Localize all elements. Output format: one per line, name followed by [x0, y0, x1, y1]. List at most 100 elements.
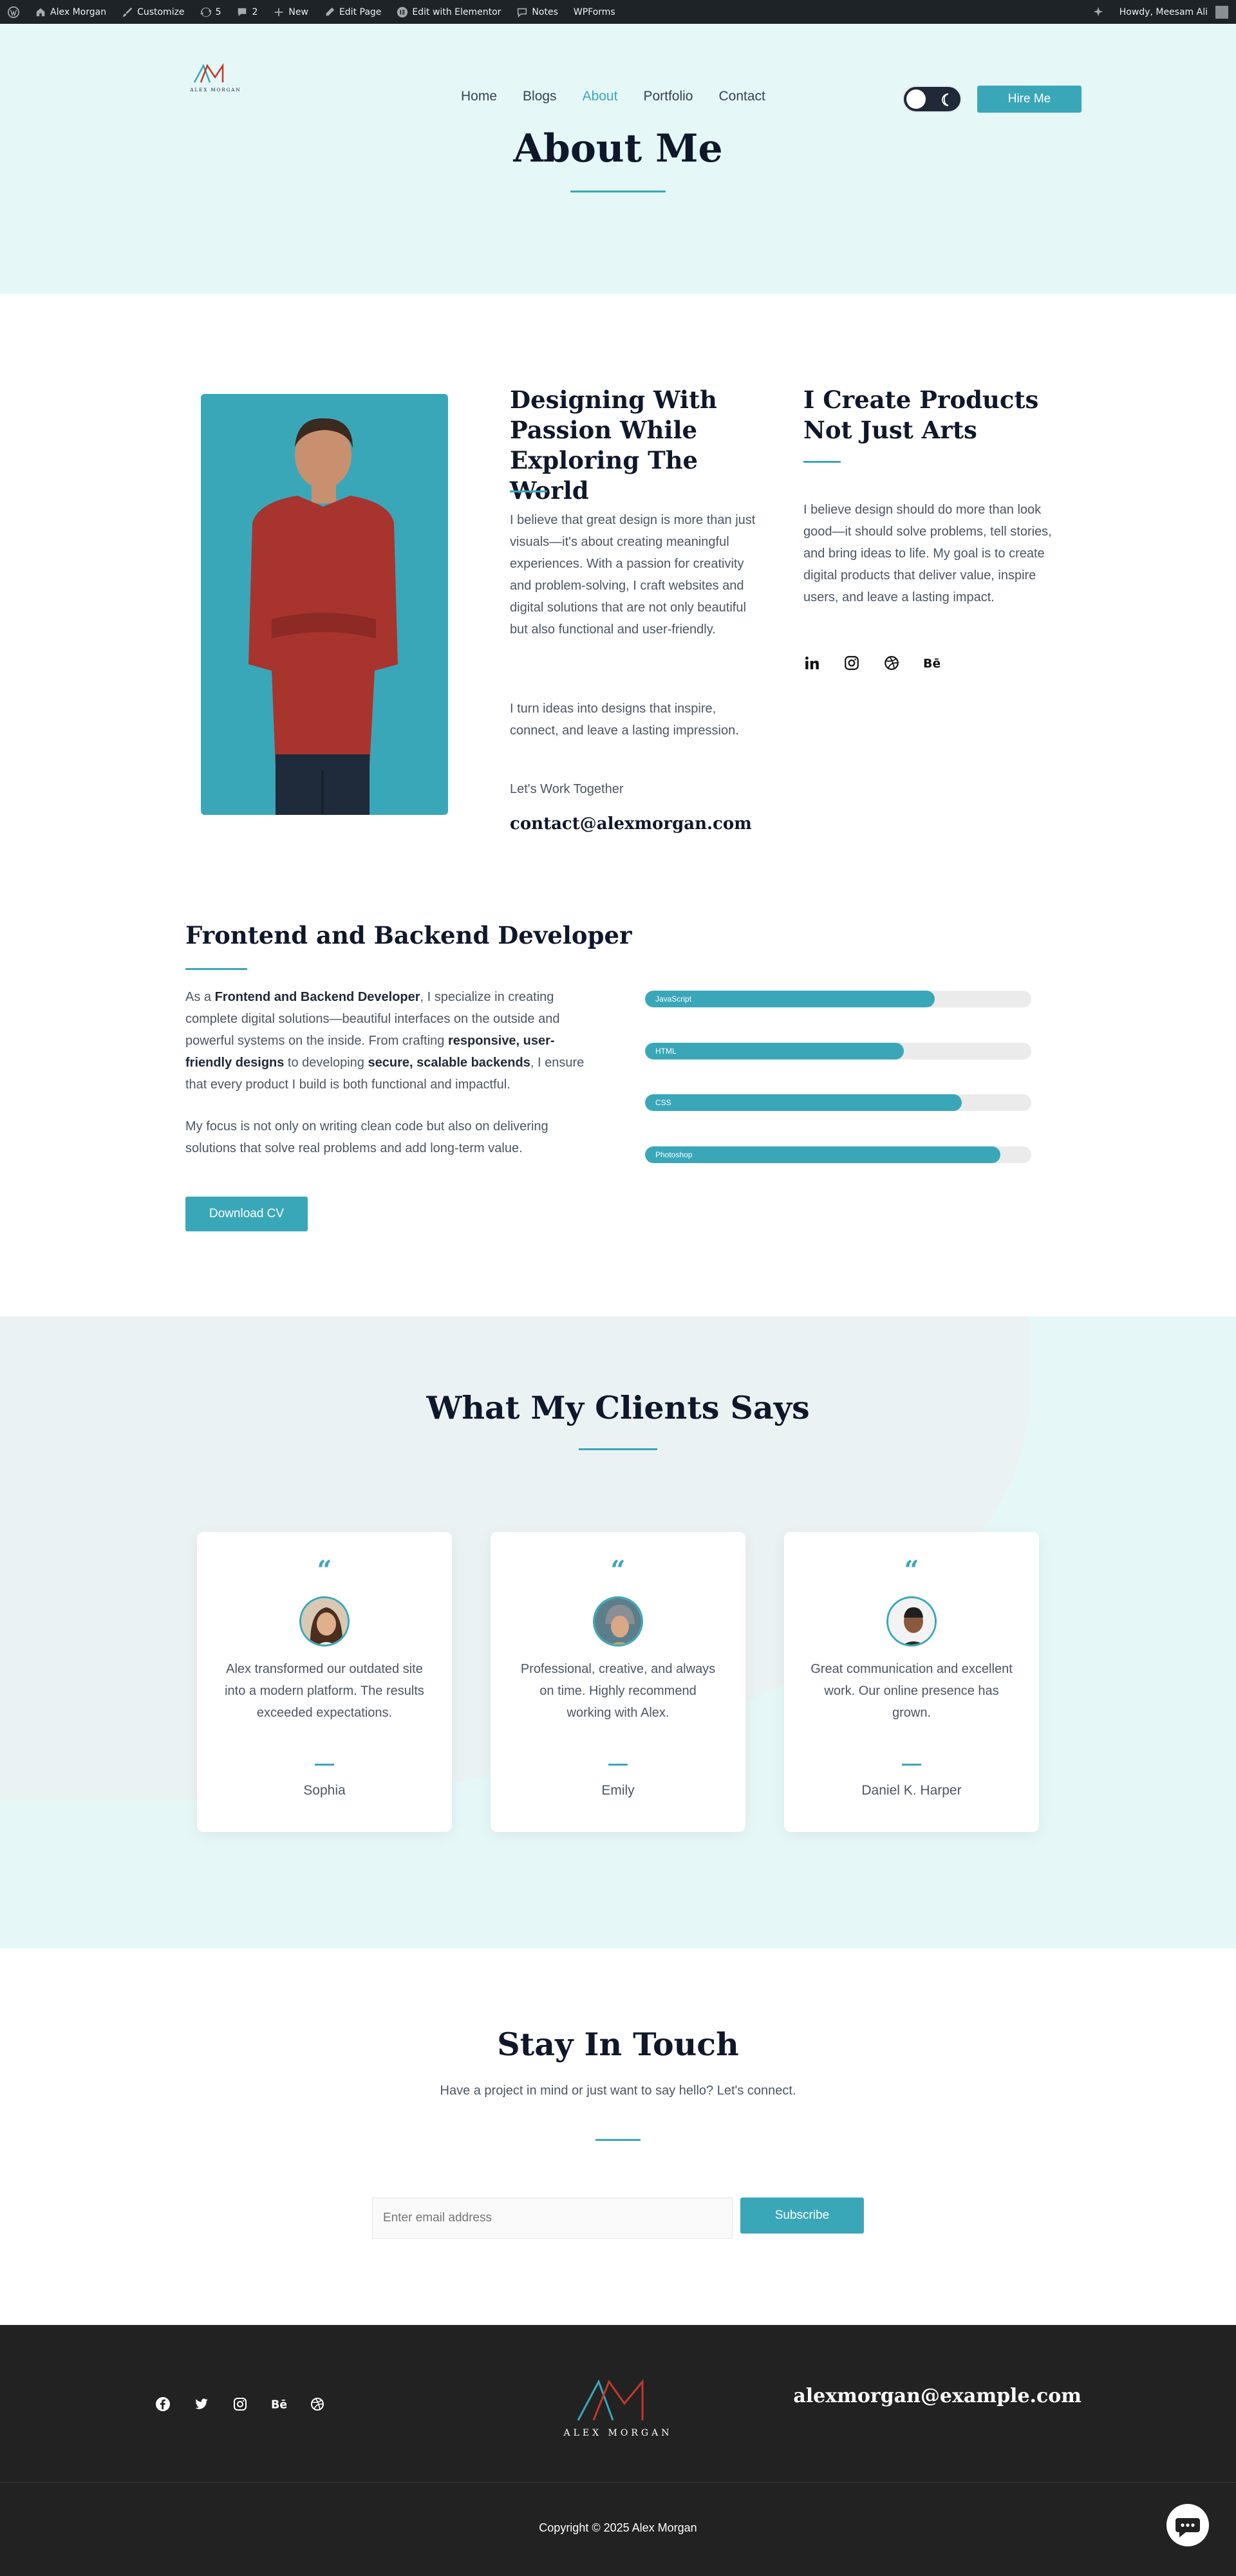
products-underline	[803, 461, 841, 463]
testimonial-text: Professional, creative, and always on ti…	[520, 1662, 716, 1720]
skill-label-photoshop: Photoshop	[655, 1150, 693, 1159]
admin-notes[interactable]: Notes	[509, 0, 565, 24]
dribbble-icon[interactable]	[309, 2396, 326, 2413]
admin-edit-page[interactable]: Edit Page	[316, 0, 389, 24]
admin-comments[interactable]: 2	[229, 0, 265, 24]
portrait-image	[201, 394, 448, 815]
svg-text:Bē: Bē	[923, 657, 940, 671]
nav-portfolio[interactable]: Portfolio	[643, 89, 693, 104]
site-name-label: Alex Morgan	[50, 6, 107, 17]
card-divider	[315, 1764, 334, 1766]
intro-underline	[510, 490, 547, 492]
skill-fill-photoshop: Photoshop	[645, 1146, 1000, 1163]
greeting-label: Howdy, Meesam Ali	[1119, 6, 1208, 17]
behance-icon[interactable]: Bē	[270, 2396, 287, 2413]
toggle-knob	[906, 89, 926, 109]
twitter-icon[interactable]	[193, 2396, 210, 2413]
admin-edit-elementor[interactable]: Edit with Elementor	[389, 0, 509, 24]
wordpress-logo-menu[interactable]	[0, 0, 27, 24]
newsletter-title: Stay In Touch	[497, 2026, 739, 2063]
comment-icon	[238, 8, 247, 16]
edit-elementor-label: Edit with Elementor	[412, 6, 501, 17]
client-name: Daniel K. Harper	[861, 1783, 962, 1798]
linkedin-icon[interactable]	[803, 655, 820, 671]
testimonial-text: Alex transformed our outdated site into …	[225, 1662, 424, 1720]
skill-bar-html: HTML	[645, 1043, 1031, 1059]
nav-home[interactable]: Home	[461, 89, 497, 104]
skill-bar-javascript: JavaScript	[645, 991, 1031, 1007]
skill-bar-photoshop: Photoshop	[645, 1146, 1031, 1163]
admin-account[interactable]: Howdy, Meesam Ali	[1112, 0, 1236, 24]
skill-bar-css: CSS	[645, 1094, 1031, 1111]
sparkle-icon	[1093, 6, 1103, 16]
testimonials-title: What My Clients Says	[426, 1389, 810, 1426]
work-together-label: Let's Work Together	[510, 782, 624, 796]
skill-fill-html: HTML	[645, 1043, 904, 1059]
nav-about[interactable]: About	[583, 89, 618, 104]
developer-underline	[185, 968, 247, 970]
logo-text: ALEX MORGAN	[190, 88, 241, 93]
newsletter-underline	[595, 2139, 641, 2141]
facebook-icon[interactable]	[154, 2396, 171, 2413]
admin-wpforms[interactable]: WPForms	[566, 0, 623, 24]
quote-icon: “	[317, 1555, 332, 1585]
copyright-text: Copyright © 2025 Alex Morgan	[539, 2521, 697, 2534]
wordpress-icon	[8, 6, 19, 18]
dev-text-f: secure, scalable backends	[368, 1056, 530, 1070]
edit-page-label: Edit Page	[339, 6, 382, 17]
download-cv-button[interactable]: Download CV	[185, 1197, 308, 1231]
testimonial-text: Great communication and excellent work. …	[810, 1662, 1013, 1720]
contact-email[interactable]: contact@alexmorgan.com	[510, 814, 752, 834]
footer-email[interactable]: alexmorgan@example.com	[760, 2385, 1082, 2407]
testimonial-card: “ Professional, creative, and always on …	[491, 1532, 745, 1832]
developer-para-1: As a Frontend and Backend Developer, I s…	[185, 986, 594, 1096]
skill-label-css: CSS	[655, 1098, 671, 1107]
footer-social-links: Bē	[154, 2396, 326, 2413]
newsletter-subtitle: Have a project in mind or just want to s…	[440, 2084, 796, 2098]
subscribe-button[interactable]: Subscribe	[740, 2198, 864, 2234]
products-para: I believe design should do more than loo…	[803, 503, 1052, 604]
client-avatar-daniel	[886, 1596, 937, 1647]
quote-icon: “	[610, 1555, 626, 1585]
testimonial-card: “ Alex transformed our outdated site int…	[197, 1532, 452, 1832]
admin-ai-assistant[interactable]	[1085, 0, 1112, 24]
instagram-icon[interactable]	[232, 2396, 248, 2413]
person-illustration	[248, 418, 398, 815]
footer-logo[interactable]: ALEX MORGAN	[554, 2366, 682, 2443]
title-underline	[570, 191, 666, 192]
card-divider	[902, 1764, 921, 1766]
notes-icon	[518, 8, 527, 17]
skill-label-javascript: JavaScript	[655, 994, 692, 1003]
email-input[interactable]	[372, 2198, 733, 2239]
client-name: Emily	[601, 1783, 635, 1798]
footer-logo-text: ALEX MORGAN	[563, 2428, 673, 2438]
client-name: Sophia	[303, 1783, 346, 1798]
plus-icon	[275, 8, 283, 16]
developer-heading: Frontend and Backend Developer	[185, 921, 632, 949]
hire-me-button[interactable]: Hire Me	[977, 86, 1082, 113]
dribbble-icon[interactable]	[883, 655, 900, 671]
client-avatar-sophia	[299, 1596, 350, 1647]
admin-new[interactable]: New	[265, 0, 316, 24]
elementor-icon	[397, 6, 408, 17]
site-logo[interactable]: ALEX MORGAN	[185, 58, 247, 116]
instagram-icon[interactable]	[843, 655, 860, 671]
brush-icon	[122, 7, 133, 17]
dev-text-e: to developing	[284, 1056, 368, 1070]
nav-contact[interactable]: Contact	[719, 89, 765, 104]
pencil-icon	[326, 7, 335, 15]
behance-icon[interactable]: Bē	[923, 655, 940, 671]
admin-updates[interactable]: 5	[192, 0, 229, 24]
admin-site-name[interactable]: Alex Morgan	[27, 0, 114, 24]
intro-heading: Designing With Passion While Exploring T…	[510, 386, 717, 505]
dev-text-a: As a	[185, 990, 215, 1004]
nav-blogs[interactable]: Blogs	[523, 89, 557, 104]
admin-customize[interactable]: Customize	[114, 0, 192, 24]
testimonials-underline	[579, 1448, 657, 1450]
main-nav: Home Blogs About Portfolio Contact	[461, 89, 765, 104]
dev-text-b: Frontend and Backend Developer	[214, 990, 420, 1004]
chat-button[interactable]	[1166, 2504, 1209, 2546]
dark-mode-toggle[interactable]	[903, 86, 962, 113]
customize-label: Customize	[137, 6, 185, 17]
client-avatar-emily	[593, 1596, 643, 1647]
